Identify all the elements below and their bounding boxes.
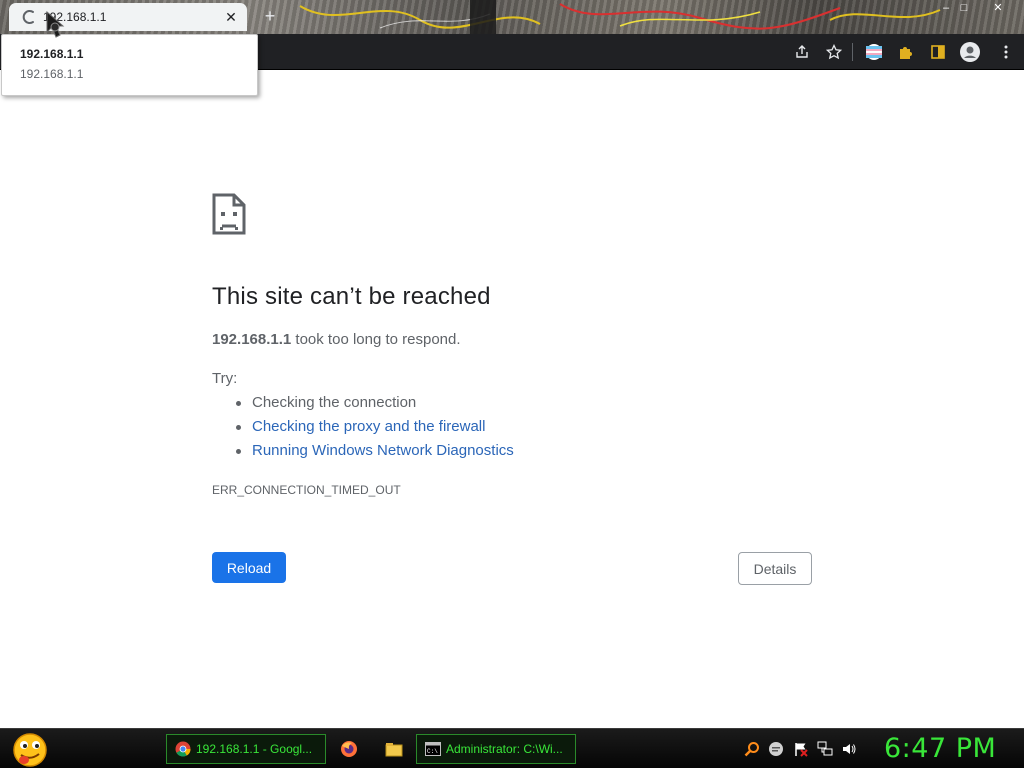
hover-card-title: 192.168.1.1 bbox=[20, 47, 84, 61]
flag-icon[interactable] bbox=[793, 741, 809, 757]
mouse-cursor-icon bbox=[46, 10, 65, 38]
suggestion-check-proxy-link[interactable]: Checking the proxy and the firewall bbox=[236, 418, 514, 442]
search-icon[interactable] bbox=[744, 741, 760, 757]
details-button[interactable]: Details bbox=[738, 552, 812, 585]
try-label: Try: bbox=[212, 370, 238, 387]
chrome-icon bbox=[175, 741, 191, 757]
svg-text:C:\: C:\ bbox=[427, 748, 438, 755]
taskbar-clock[interactable]: 6:47 PM bbox=[884, 733, 996, 764]
suggestion-check-connection: Checking the connection bbox=[236, 394, 514, 418]
error-summary-text: took too long to respond. bbox=[291, 331, 461, 348]
suggestion-network-diagnostics-link[interactable]: Running Windows Network Diagnostics bbox=[236, 442, 514, 466]
cmd-icon: C:\ bbox=[425, 742, 441, 756]
error-host: 192.168.1.1 bbox=[212, 331, 292, 348]
suggestions-list: Checking the connection Checking the pro… bbox=[236, 394, 514, 466]
tab-title: 192.168.1.1 bbox=[43, 10, 107, 24]
share-icon[interactable] bbox=[792, 42, 812, 62]
star-bookmark-icon[interactable] bbox=[824, 42, 844, 62]
loading-spinner-icon bbox=[22, 10, 34, 24]
error-summary: 192.168.1.1 took too long to respond. bbox=[212, 331, 461, 348]
tab-hover-card: 192.168.1.1 192.168.1.1 bbox=[1, 34, 258, 96]
new-tab-button[interactable]: + bbox=[262, 7, 278, 25]
account-avatar-icon[interactable] bbox=[960, 42, 980, 62]
taskbar-cmd-task[interactable]: C:\ Administrator: C:\Wi... bbox=[416, 734, 576, 764]
sad-page-icon bbox=[212, 193, 246, 235]
tongue-emoji-start-icon[interactable] bbox=[6, 731, 50, 768]
close-window-button[interactable]: ✕ bbox=[986, 0, 1010, 16]
taskbar-chrome-label: 192.168.1.1 - Googl... bbox=[196, 742, 313, 756]
title-bar: 192.168.1.1 ✕ + – □ ✕ bbox=[0, 0, 1024, 34]
reload-button[interactable]: Reload bbox=[212, 552, 286, 583]
maximize-button[interactable]: □ bbox=[952, 0, 976, 16]
taskbar: 192.168.1.1 - Googl... C:\ Administrator… bbox=[0, 728, 1024, 768]
profile-flag-icon[interactable] bbox=[864, 42, 884, 62]
toolbar-separator bbox=[852, 43, 853, 61]
extensions-puzzle-icon[interactable] bbox=[896, 42, 916, 62]
menu-dots-icon[interactable] bbox=[996, 42, 1016, 62]
taskbar-cmd-label: Administrator: C:\Wi... bbox=[446, 742, 563, 756]
network-icon[interactable] bbox=[817, 741, 833, 757]
firefox-icon[interactable] bbox=[340, 740, 358, 758]
side-panel-icon[interactable] bbox=[928, 42, 948, 62]
chat-icon[interactable] bbox=[768, 741, 784, 757]
taskbar-chrome-task[interactable]: 192.168.1.1 - Googl... bbox=[166, 734, 326, 764]
hover-card-url: 192.168.1.1 bbox=[20, 67, 84, 81]
close-icon[interactable]: ✕ bbox=[223, 9, 239, 25]
folder-icon[interactable] bbox=[385, 740, 403, 758]
error-code: ERR_CONNECTION_TIMED_OUT bbox=[212, 483, 401, 497]
volume-icon[interactable] bbox=[841, 741, 857, 757]
error-heading: This site can’t be reached bbox=[212, 283, 491, 310]
